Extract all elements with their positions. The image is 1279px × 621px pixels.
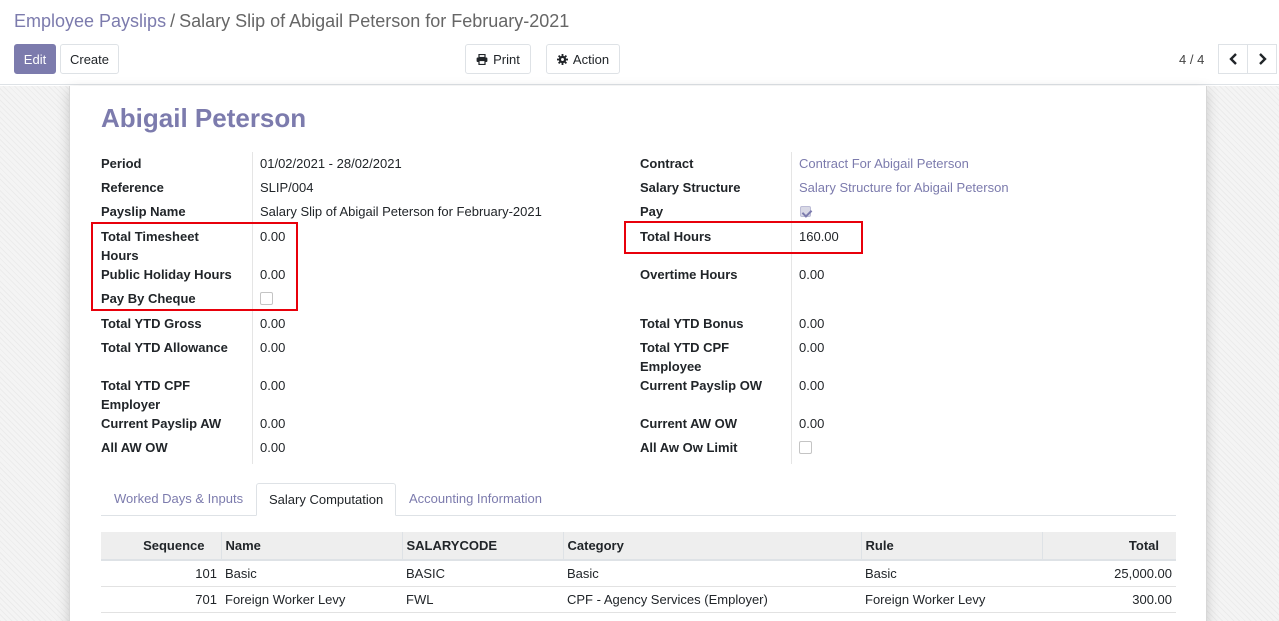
total-ytd-cpf-employer-label-line2: Employer <box>101 397 161 412</box>
period-label: Period <box>101 156 142 171</box>
print-label: Print <box>493 51 520 67</box>
pay-label: Pay <box>640 204 664 219</box>
overtime-hours-value: 0.00 <box>799 267 825 282</box>
all-aw-ow-limit-checkbox[interactable] <box>799 441 812 454</box>
highlight-box-total-hours <box>624 221 863 254</box>
total-ytd-cpf-employee-label-line1: Total YTD CPF <box>640 340 730 355</box>
current-payslip-ow-label: Current Payslip OW <box>640 378 763 393</box>
total-ytd-allowance-value: 0.00 <box>260 340 286 355</box>
print-button[interactable]: Print <box>465 44 531 74</box>
cell-category: Basic <box>563 560 861 587</box>
cell-name: Basic <box>221 560 402 587</box>
right-group-divider <box>791 152 792 464</box>
overtime-hours-label: Overtime Hours <box>640 267 738 282</box>
total-ytd-cpf-employer-value: 0.00 <box>260 378 286 393</box>
current-payslip-ow-value: 0.00 <box>799 378 825 393</box>
tab-worked-days-inputs[interactable]: Worked Days & Inputs <box>102 483 255 516</box>
employee-name-title: Abigail Peterson <box>101 103 307 133</box>
salary-structure-label: Salary Structure <box>640 180 741 195</box>
total-ytd-gross-value: 0.00 <box>260 316 286 331</box>
pager-next-button[interactable] <box>1247 44 1277 74</box>
current-payslip-aw-label: Current Payslip AW <box>101 416 222 431</box>
total-ytd-allowance-label: Total YTD Allowance <box>101 340 228 355</box>
cell-sequence: 101 <box>101 560 221 587</box>
pager-value[interactable]: 4 / 4 <box>1179 52 1204 67</box>
total-ytd-bonus-value: 0.00 <box>799 316 825 331</box>
column-header-sequence[interactable]: Sequence <box>101 532 221 561</box>
all-aw-ow-label: All AW OW <box>101 440 168 455</box>
column-header-name[interactable]: Name <box>220 532 402 561</box>
gear-icon <box>556 53 568 65</box>
total-ytd-cpf-employer-label-line1: Total YTD CPF <box>101 378 191 393</box>
column-header-salarycode[interactable]: SALARYCODE <box>401 532 563 561</box>
highlight-box-left <box>91 222 298 311</box>
pager-previous-button[interactable] <box>1218 44 1248 74</box>
all-aw-ow-value: 0.00 <box>260 440 286 455</box>
cell-total: 25,000.00 <box>1042 560 1176 587</box>
table-row[interactable]: 101 Basic BASIC Basic Basic 25,000.00 <box>101 560 1176 587</box>
contract-label: Contract <box>640 156 694 171</box>
breadcrumb: Employee Payslips / Salary Slip of Abigail… <box>14 11 569 32</box>
cell-category: CPF - Agency Services (Employer) <box>563 586 861 613</box>
total-ytd-bonus-label: Total YTD Bonus <box>640 316 744 331</box>
salary-computation-table: Sequence Name SALARYCODE Category Rule T… <box>101 532 1176 613</box>
create-button[interactable]: Create <box>60 44 119 74</box>
table-row[interactable]: 701 Foreign Worker Levy FWL CPF - Agency… <box>101 586 1176 613</box>
cell-rule: Foreign Worker Levy <box>861 586 1042 613</box>
chevron-right-icon <box>1258 53 1267 65</box>
breadcrumb-employee-payslips[interactable]: Employee Payslips <box>14 11 166 31</box>
payslip-name-label: Payslip Name <box>101 204 186 219</box>
total-ytd-cpf-employee-value: 0.00 <box>799 340 825 355</box>
contract-link[interactable]: Contract For Abigail Peterson <box>799 154 969 173</box>
column-header-total[interactable]: Total <box>1041 532 1176 561</box>
printer-icon <box>476 53 488 65</box>
action-label: Action <box>572 51 610 67</box>
edit-button[interactable]: Edit <box>14 44 56 74</box>
column-header-rule[interactable]: Rule <box>860 532 1042 561</box>
reference-value: SLIP/004 <box>260 180 314 195</box>
form-sheet: Abigail Peterson Period 01/02/2021 - 28/… <box>69 86 1207 621</box>
all-aw-ow-limit-label: All Aw Ow Limit <box>640 440 738 455</box>
cell-rule: Basic <box>861 560 1042 587</box>
current-aw-ow-label: Current AW OW <box>640 416 738 431</box>
control-panel: Employee Payslips / Salary Slip of Abigail… <box>0 0 1279 85</box>
salary-structure-link[interactable]: Salary Structure for Abigail Peterson <box>799 178 1009 197</box>
notebook-tabs: Worked Days & Inputs Salary Computation … <box>101 483 1176 516</box>
cell-sequence: 701 <box>101 586 221 613</box>
cell-salarycode: BASIC <box>402 560 563 587</box>
pay-checkbox[interactable] <box>800 206 811 217</box>
chevron-left-icon <box>1228 53 1237 65</box>
breadcrumb-current: Salary Slip of Abigail Peterson for Febr… <box>179 11 570 31</box>
column-header-category[interactable]: Category <box>562 532 861 561</box>
cell-salarycode: FWL <box>402 586 563 613</box>
current-aw-ow-value: 0.00 <box>799 416 825 431</box>
reference-label: Reference <box>101 180 164 195</box>
cell-name: Foreign Worker Levy <box>221 586 402 613</box>
payslip-name-value: Salary Slip of Abigail Peterson for Febr… <box>260 204 542 219</box>
action-button[interactable]: Action <box>546 44 620 74</box>
total-ytd-cpf-employee-label-line2: Employee <box>640 359 702 374</box>
current-payslip-aw-value: 0.00 <box>260 416 286 431</box>
cell-total: 300.00 <box>1042 586 1176 613</box>
total-ytd-gross-label: Total YTD Gross <box>101 316 202 331</box>
breadcrumb-separator: / <box>170 11 176 31</box>
tab-accounting-information[interactable]: Accounting Information <box>397 483 554 516</box>
tab-salary-computation[interactable]: Salary Computation <box>256 483 397 516</box>
table-header-row: Sequence Name SALARYCODE Category Rule T… <box>101 532 1176 561</box>
period-value: 01/02/2021 - 28/02/2021 <box>260 156 402 171</box>
